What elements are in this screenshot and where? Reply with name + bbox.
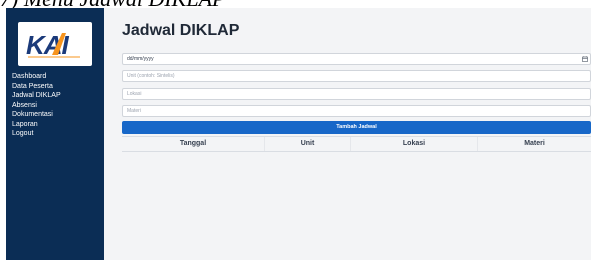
lokasi-input[interactable] [122,88,591,100]
date-field[interactable]: dd/mm/yyyy [122,53,591,65]
sidebar: KAI Dashboard Data Peserta Jadwal DIKLAP… [6,8,104,260]
column-header-materi: Materi [524,140,545,147]
app-window: KAI Dashboard Data Peserta Jadwal DIKLAP… [6,8,591,260]
column-header-unit: Unit [265,137,351,151]
sidebar-item-data-peserta[interactable]: Data Peserta [6,82,104,92]
unit-input[interactable] [122,70,591,82]
sidebar-item-dokumentasi[interactable]: Dokumentasi [6,110,104,120]
kai-logo-icon: KAI [26,30,80,58]
sidebar-item-dashboard[interactable]: Dashboard [6,72,104,82]
sidebar-item-logout[interactable]: Logout [6,129,104,139]
column-header-tanggal: Tanggal [122,137,265,151]
materi-input[interactable] [122,105,591,117]
page-title: Jadwal DIKLAP [122,22,240,39]
kai-logo: KAI [18,22,92,66]
jadwal-table-header: Tanggal Unit Lokasi Materi [122,136,591,152]
main-content: Jadwal DIKLAP dd/mm/yyyy Tambah Jadwal T… [122,8,591,260]
calendar-icon[interactable] [582,56,588,62]
sidebar-nav: Dashboard Data Peserta Jadwal DIKLAP Abs… [6,72,104,139]
tambah-jadwal-button[interactable]: Tambah Jadwal [122,121,591,134]
sidebar-item-laporan[interactable]: Laporan [6,120,104,130]
date-field-value: dd/mm/yyyy [127,56,154,62]
sidebar-item-jadwal-diklap[interactable]: Jadwal DIKLAP [6,91,104,101]
sidebar-item-absensi[interactable]: Absensi [6,101,104,111]
column-header-lokasi: Lokasi [351,137,478,151]
